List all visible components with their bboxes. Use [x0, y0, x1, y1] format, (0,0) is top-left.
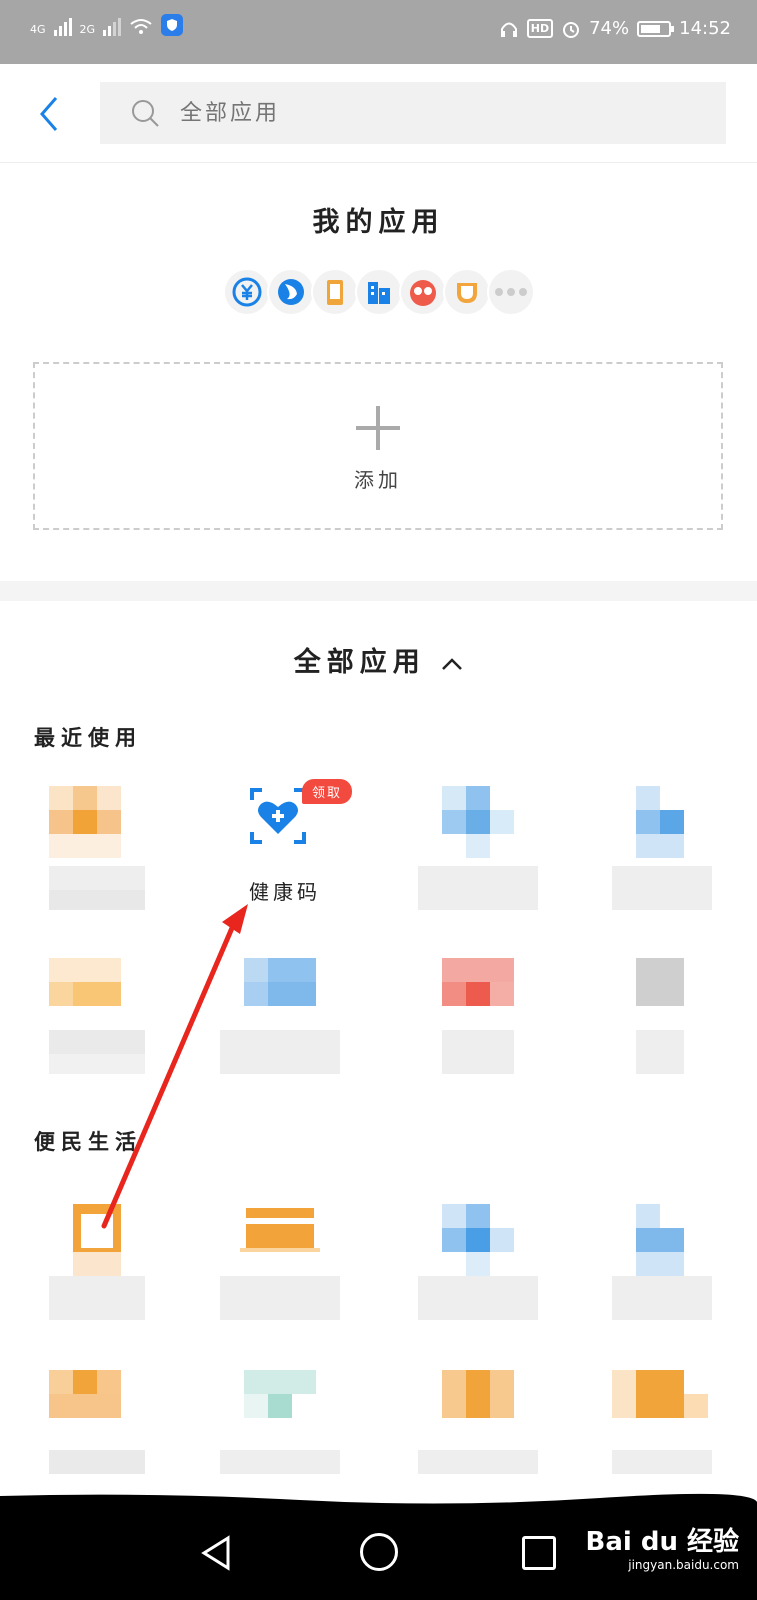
health-code-label: 健康码	[249, 880, 321, 904]
status-right: HD 74% 14:52	[499, 18, 731, 39]
nav-back-icon[interactable]	[200, 1535, 232, 1571]
search-input[interactable]	[178, 99, 632, 127]
shield-icon	[161, 14, 184, 36]
blurred-app-tile[interactable]	[220, 958, 350, 1088]
signal-4g-label: 4G	[30, 23, 46, 36]
claim-badge: 领取	[302, 779, 353, 804]
alarm-icon	[563, 21, 580, 38]
signal-bars-2-icon	[103, 18, 122, 36]
building-icon[interactable]	[356, 270, 401, 314]
blurred-app-tile[interactable]	[418, 786, 548, 916]
health-code-icon	[250, 788, 306, 844]
blurred-app-tile[interactable]	[25, 1204, 155, 1334]
signal-2g-label: 2G	[79, 23, 96, 36]
nav-home-icon[interactable]	[360, 1533, 398, 1571]
status-left: 4G 2G	[30, 14, 184, 36]
signal-bars-icon	[53, 18, 72, 36]
fish-icon[interactable]	[268, 270, 313, 314]
hd-icon: HD	[526, 19, 554, 38]
my-apps-title: 我的应用	[312, 207, 445, 238]
my-apps-row	[0, 270, 757, 318]
status-bar: 4G 2G HD 74% 14:52	[0, 0, 757, 64]
more-icon[interactable]	[488, 270, 533, 314]
blurred-app-tile[interactable]	[25, 958, 155, 1088]
search-icon	[132, 100, 159, 127]
blurred-app-tile[interactable]	[612, 1204, 742, 1334]
life-section-title: 便民生活	[34, 1129, 142, 1154]
system-nav-bar: Bai du 经验 jingyan.baidu.com	[0, 1505, 757, 1600]
back-arrow-icon[interactable]	[34, 94, 64, 134]
blurred-app-tile[interactable]	[418, 1370, 548, 1500]
blurred-app-tile[interactable]	[612, 786, 742, 916]
battery-fill	[641, 24, 661, 33]
battery-icon	[637, 20, 675, 37]
add-app-box[interactable]: 添加	[33, 362, 723, 530]
blurred-app-tile[interactable]	[418, 1204, 548, 1334]
blurred-app-tile[interactable]	[612, 1370, 742, 1500]
search-bar[interactable]	[100, 82, 726, 144]
blurred-app-tile[interactable]	[418, 958, 548, 1088]
all-apps-title: 全部应用	[293, 647, 426, 678]
cup-icon[interactable]	[444, 270, 489, 314]
watermark: Bai du 经验 jingyan.baidu.com	[586, 1521, 740, 1572]
section-divider	[0, 581, 757, 601]
yuan-icon[interactable]	[224, 270, 269, 314]
nav-recent-icon[interactable]	[522, 1536, 556, 1570]
headphones-icon	[500, 22, 517, 37]
blurred-app-tile[interactable]	[220, 1370, 350, 1500]
blurred-app-tile[interactable]	[25, 786, 155, 916]
blurred-app-tile[interactable]	[220, 1204, 350, 1334]
top-bar	[0, 64, 757, 163]
blurred-app-tile[interactable]	[612, 958, 742, 1088]
phone-icon[interactable]	[312, 270, 357, 314]
clock: 14:52	[679, 18, 731, 39]
chevron-up-icon	[442, 657, 463, 670]
watermark-url: jingyan.baidu.com	[628, 1558, 739, 1572]
all-apps-header[interactable]: 全部应用	[0, 640, 757, 679]
watermark-brand: Bai du 经验	[585, 1527, 740, 1557]
wifi-icon	[130, 19, 152, 34]
battery-percent: 74%	[589, 18, 630, 39]
glasses-face-icon[interactable]	[400, 270, 445, 314]
blurred-app-tile[interactable]	[25, 1370, 155, 1500]
recent-section-title: 最近使用	[34, 725, 142, 750]
plus-icon	[356, 406, 400, 450]
add-label: 添加	[354, 468, 402, 492]
